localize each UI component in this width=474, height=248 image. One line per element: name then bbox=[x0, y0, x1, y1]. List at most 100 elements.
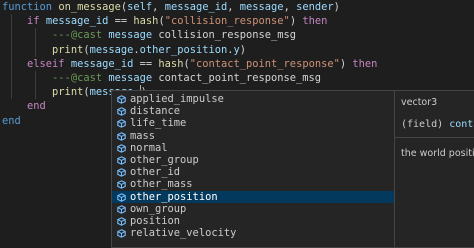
suggestion-label: mass bbox=[130, 129, 156, 142]
suggestion-item[interactable]: life_time bbox=[112, 117, 394, 129]
code-token: ) bbox=[289, 15, 303, 28]
indent-guide bbox=[35, 42, 36, 57]
indent-guide bbox=[11, 56, 12, 71]
indent-guide bbox=[11, 14, 12, 29]
code-token: then bbox=[302, 15, 328, 28]
code-token: on_message bbox=[58, 1, 121, 13]
code-token: ) bbox=[333, 1, 340, 13]
suggestion-label: applied_impulse bbox=[130, 93, 224, 105]
suggestion-label: distance bbox=[130, 105, 181, 118]
details-field-name: contact bbox=[449, 119, 474, 130]
details-type: vector3 bbox=[401, 97, 438, 108]
code-token: message_id bbox=[164, 1, 228, 13]
code-token: contact_point_response_msg bbox=[158, 71, 322, 84]
field-icon bbox=[117, 156, 126, 165]
suggestion-item[interactable]: relative_velocity bbox=[112, 227, 394, 239]
code-token: "collision_response" bbox=[164, 15, 290, 28]
code-token: elseif bbox=[27, 57, 71, 70]
code-token: message bbox=[89, 43, 134, 56]
suggestion-widget: applied_impulse distance life_time mass norm… bbox=[111, 90, 394, 248]
suggestion-label: position bbox=[130, 214, 181, 227]
details-description: the world position bbox=[401, 148, 474, 159]
indent-guide bbox=[11, 70, 12, 86]
field-icon bbox=[117, 217, 126, 226]
suggestion-details-panel: vector3 (field) contact the world positi… bbox=[394, 90, 474, 248]
suggestion-item[interactable]: mass bbox=[112, 130, 394, 142]
suggestion-item[interactable]: own_group bbox=[112, 203, 394, 215]
code-token: , bbox=[152, 1, 165, 13]
code-token: "contact_point_response" bbox=[189, 57, 340, 70]
code-token: == bbox=[108, 15, 134, 28]
field-icon bbox=[117, 131, 126, 141]
code-token: function bbox=[2, 1, 59, 13]
code-token: message_id bbox=[45, 15, 109, 28]
code-token: print bbox=[52, 86, 84, 99]
code-token: == bbox=[133, 57, 159, 70]
code-token: message bbox=[239, 1, 284, 13]
code-token: ) bbox=[239, 43, 247, 56]
suggestion-item[interactable]: other_id bbox=[112, 166, 394, 178]
details-kind: (field) bbox=[401, 119, 444, 130]
code-line[interactable]: ---@cast message collision_response_msg bbox=[2, 28, 474, 43]
code-line[interactable]: function on_message(self, message_id, me… bbox=[2, 0, 474, 14]
suggestion-label: relative_velocity bbox=[130, 227, 237, 240]
details-divider bbox=[395, 137, 474, 138]
suggestion-label: other_position bbox=[130, 190, 218, 203]
suggestion-label: normal bbox=[130, 141, 168, 154]
code-token: message bbox=[108, 29, 159, 42]
field-icon bbox=[117, 229, 126, 238]
code-token: self bbox=[127, 1, 153, 13]
code-line[interactable]: print(message.other_position.y) bbox=[2, 42, 474, 57]
indent-guide bbox=[11, 28, 12, 43]
field-icon bbox=[117, 119, 126, 129]
code-token: end bbox=[27, 100, 46, 113]
field-icon bbox=[117, 180, 126, 190]
code-token: sender bbox=[296, 1, 334, 13]
code-token: collision_response_msg bbox=[158, 29, 297, 42]
indent-guide bbox=[35, 70, 36, 86]
suggestion-label: life_time bbox=[130, 117, 187, 130]
code-token: if bbox=[27, 15, 46, 28]
suggestion-item[interactable]: normal bbox=[112, 142, 394, 154]
code-token: hash bbox=[158, 57, 184, 70]
suggestion-item[interactable]: applied_impulse bbox=[112, 93, 394, 105]
indent-guide bbox=[11, 42, 12, 57]
code-token: other_position bbox=[139, 43, 228, 56]
field-icon bbox=[117, 204, 126, 214]
field-icon bbox=[117, 168, 126, 177]
details-signature: (field) contact bbox=[401, 119, 474, 130]
field-icon bbox=[117, 95, 126, 104]
code-token: print bbox=[52, 43, 84, 56]
code-token: message bbox=[108, 71, 159, 84]
suggestion-item[interactable]: other_mass bbox=[112, 178, 394, 190]
code-token: ---@cast bbox=[52, 29, 109, 42]
indent-guide bbox=[11, 85, 12, 100]
code-token: hash bbox=[133, 15, 159, 28]
code-token: , bbox=[283, 1, 297, 13]
code-token: then bbox=[352, 57, 378, 70]
suggestion-item[interactable]: position bbox=[112, 215, 394, 227]
indent-guide bbox=[35, 85, 36, 100]
indent-guide bbox=[35, 28, 36, 43]
suggestion-item[interactable]: distance bbox=[112, 105, 394, 117]
code-line[interactable]: ---@cast message contact_point_response_… bbox=[2, 70, 474, 86]
code-token: , bbox=[227, 1, 240, 13]
code-line[interactable]: if message_id == hash("collision_respons… bbox=[2, 14, 474, 29]
code-token: ) bbox=[339, 57, 353, 70]
code-token: message_id bbox=[70, 57, 134, 70]
code-token: ---@cast bbox=[52, 71, 109, 84]
code-token: end bbox=[2, 114, 21, 127]
field-icon bbox=[117, 143, 126, 153]
suggestion-label: other_mass bbox=[130, 178, 193, 191]
suggestion-item[interactable]: other_position bbox=[112, 190, 394, 203]
suggestion-label: other_group bbox=[130, 153, 199, 166]
suggestion-item[interactable]: other_group bbox=[112, 154, 394, 166]
code-line[interactable]: elseif message_id == hash("contact_point… bbox=[2, 56, 474, 71]
suggestion-label: other_id bbox=[130, 166, 181, 179]
